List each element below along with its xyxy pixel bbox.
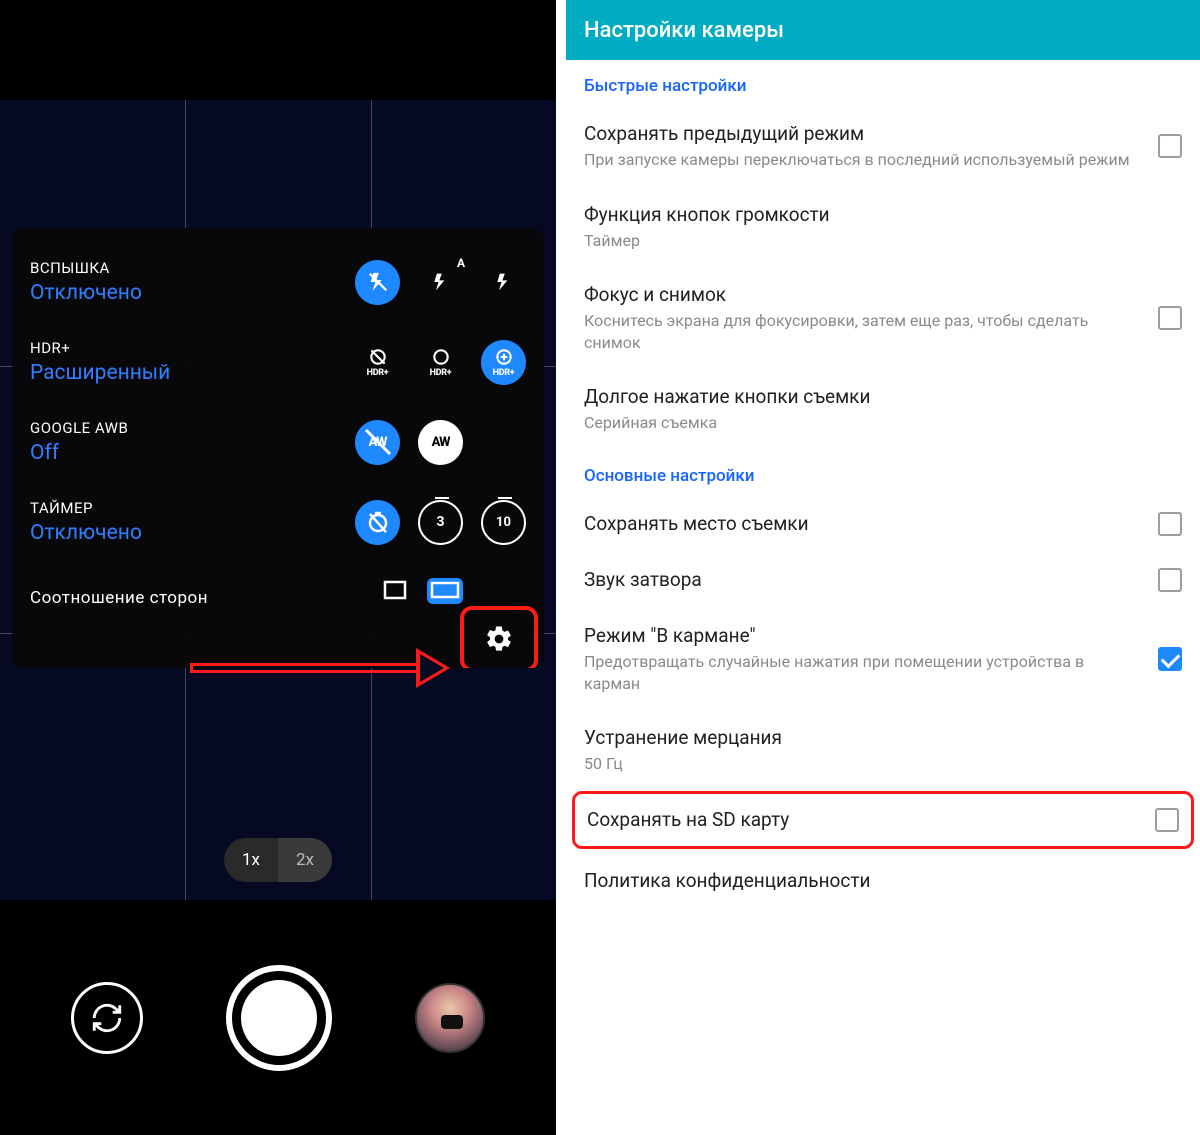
- flash-auto-icon[interactable]: A: [418, 260, 463, 305]
- timer-label: ТАЙМЕР: [30, 499, 142, 517]
- item-focus-shot[interactable]: Фокус и снимок Коснитесь экрана для фоку…: [566, 267, 1200, 369]
- switch-camera-button[interactable]: [71, 982, 143, 1054]
- flash-label: ВСПЫШКА: [30, 259, 142, 277]
- aspect-169-icon[interactable]: [427, 578, 463, 604]
- flash-on-icon[interactable]: [481, 260, 526, 305]
- item-save-location[interactable]: Сохранять место съемки: [566, 496, 1200, 552]
- camera-bottom-bar: [0, 900, 556, 1135]
- settings-screen: Настройки камеры Быстрые настройки Сохра…: [566, 0, 1200, 1135]
- setting-row-flash: ВСПЫШКА Отключено A: [30, 242, 526, 322]
- item-prev-mode[interactable]: Сохранять предыдущий режим При запуске к…: [566, 106, 1200, 187]
- sd-card-highlight: Сохранять на SD карту: [572, 791, 1194, 849]
- flash-off-icon[interactable]: [355, 260, 400, 305]
- hdr-on-icon[interactable]: HDR+: [418, 340, 463, 385]
- item-save-sd[interactable]: Сохранять на SD карту: [575, 794, 1191, 846]
- section-quick: Быстрые настройки: [566, 60, 1200, 106]
- setting-row-aspect: Соотношение сторон: [30, 562, 526, 608]
- awb-value: Off: [30, 441, 128, 465]
- zoom-toggle[interactable]: 1x 2x: [224, 838, 332, 882]
- aspect-43-icon[interactable]: [381, 580, 409, 602]
- camera-screen: ВСПЫШКА Отключено A: [0, 0, 556, 1135]
- checkbox[interactable]: [1155, 808, 1179, 832]
- flash-value: Отключено: [30, 281, 142, 305]
- section-main: Основные настройки: [566, 450, 1200, 496]
- timer-10s-icon[interactable]: 10: [481, 500, 526, 545]
- setting-row-timer: ТАЙМЕР Отключено 3 10: [30, 482, 526, 562]
- hdr-label: HDR+: [30, 339, 170, 357]
- awb-on-icon[interactable]: AW: [418, 420, 463, 465]
- timer-value: Отключено: [30, 521, 142, 545]
- shutter-button[interactable]: [226, 965, 332, 1071]
- annotation-arrow: [190, 648, 450, 688]
- settings-header: Настройки камеры: [566, 0, 1200, 60]
- hdr-off-icon[interactable]: HDR+: [355, 340, 400, 385]
- settings-highlight: [460, 606, 538, 668]
- aspect-label: Соотношение сторон: [30, 588, 208, 608]
- gallery-thumbnail[interactable]: [415, 983, 485, 1053]
- hdr-value: Расширенный: [30, 361, 170, 385]
- checkbox[interactable]: [1158, 512, 1182, 536]
- checkbox[interactable]: [1158, 134, 1182, 158]
- awb-off-icon[interactable]: AW: [355, 420, 400, 465]
- checkbox[interactable]: [1158, 647, 1182, 671]
- item-pocket-mode[interactable]: Режим "В кармане" Предотвращать случайны…: [566, 608, 1200, 710]
- setting-row-hdr: HDR+ Расширенный HDR+ HDR+ HDR+: [30, 322, 526, 402]
- item-vol-keys[interactable]: Функция кнопок громкости Таймер: [566, 187, 1200, 268]
- checkbox[interactable]: [1158, 568, 1182, 592]
- hdr-enhanced-icon[interactable]: HDR+: [481, 340, 526, 385]
- checkbox[interactable]: [1158, 306, 1182, 330]
- zoom-1x[interactable]: 1x: [224, 838, 278, 882]
- gear-icon[interactable]: [484, 624, 514, 654]
- quick-settings-panel: ВСПЫШКА Отключено A: [12, 228, 544, 668]
- item-privacy[interactable]: Политика конфиденциальности: [566, 849, 1200, 908]
- timer-off-icon[interactable]: [355, 500, 400, 545]
- item-flicker[interactable]: Устранение мерцания 50 Гц: [566, 710, 1200, 791]
- awb-label: GOOGLE AWB: [30, 419, 128, 437]
- timer-3s-icon[interactable]: 3: [418, 500, 463, 545]
- zoom-2x[interactable]: 2x: [278, 838, 332, 882]
- item-long-press[interactable]: Долгое нажатие кнопки съемки Серийная съ…: [566, 369, 1200, 450]
- item-shutter-sound[interactable]: Звук затвора: [566, 552, 1200, 608]
- setting-row-awb: GOOGLE AWB Off AW AW: [30, 402, 526, 482]
